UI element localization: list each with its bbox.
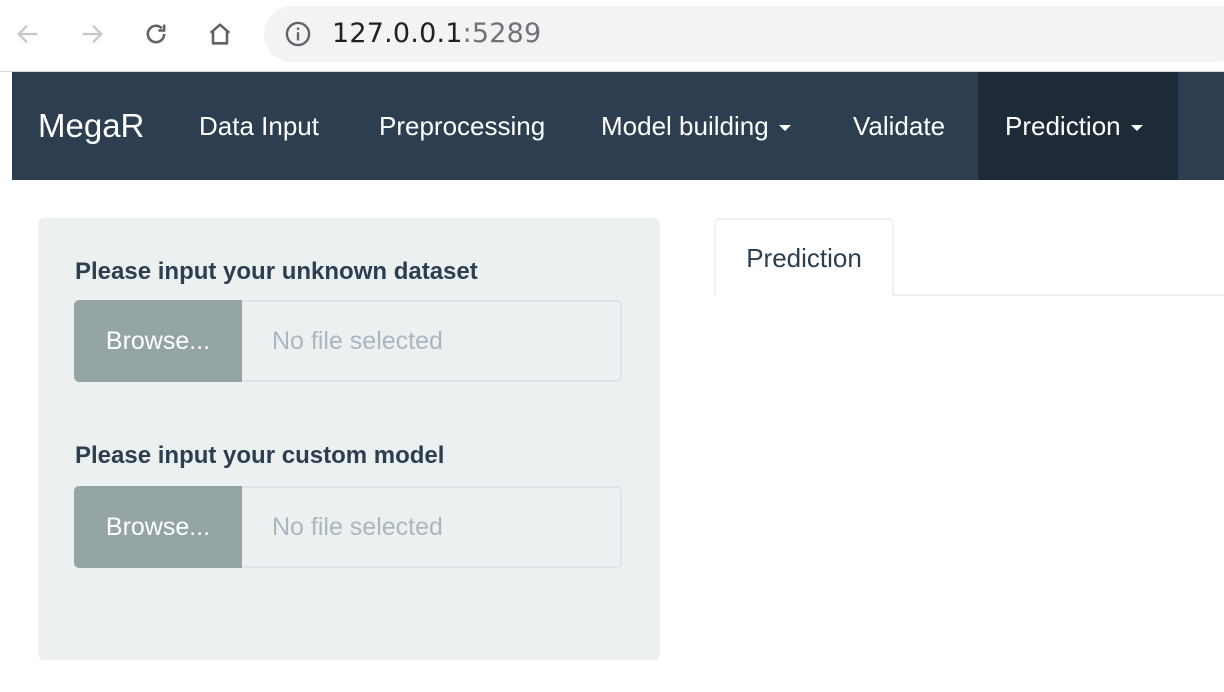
nav-item-validate[interactable]: Validate: [826, 72, 972, 180]
sidebar-panel: Please input your unknown dataset Browse…: [38, 218, 660, 660]
nav-item-label: Prediction: [1005, 110, 1121, 141]
nav-item-data-input[interactable]: Data Input: [172, 72, 346, 180]
forward-button[interactable]: [72, 14, 112, 54]
home-icon: [209, 23, 231, 45]
custom-model-filename: No file selected: [242, 486, 622, 568]
back-button[interactable]: [8, 14, 48, 54]
nav-item-preprocessing[interactable]: Preprocessing: [352, 72, 572, 180]
nav-item-model-building[interactable]: Model building: [574, 72, 818, 180]
url-host: 127.0.0.1: [332, 18, 463, 49]
caret-down-icon: [778, 125, 791, 131]
forward-arrow-icon: [82, 25, 103, 43]
nav-item-label: Model building: [601, 110, 769, 141]
url-port: :5289: [462, 18, 542, 49]
back-arrow-icon: [17, 25, 38, 43]
unknown-dataset-filename: No file selected: [242, 300, 622, 382]
custom-model-label: Please input your custom model: [75, 442, 445, 469]
custom-model-file-input: Browse... No file selected: [74, 486, 622, 568]
reload-button[interactable]: [136, 14, 176, 54]
unknown-dataset-label: Please input your unknown dataset: [75, 258, 478, 285]
tab-prediction[interactable]: Prediction: [714, 218, 894, 296]
nav-item-label: Validate: [853, 110, 946, 141]
browser-toolbar: 127.0.0.1:5289: [0, 0, 1224, 72]
nav-item-label: Preprocessing: [379, 110, 546, 141]
unknown-dataset-file-input: Browse... No file selected: [74, 300, 622, 382]
app-navbar: MegaR Data Input Preprocessing Model bui…: [12, 72, 1224, 180]
caret-down-icon: [1130, 125, 1143, 131]
home-button[interactable]: [200, 14, 240, 54]
reload-icon: [146, 24, 166, 44]
address-bar[interactable]: 127.0.0.1:5289: [264, 6, 1224, 62]
nav-item-label: Data Input: [199, 110, 319, 141]
browse-custom-model-button[interactable]: Browse...: [74, 486, 242, 568]
info-icon[interactable]: [284, 20, 312, 48]
browse-unknown-dataset-button[interactable]: Browse...: [74, 300, 242, 382]
brand-logo[interactable]: MegaR: [38, 106, 144, 146]
url-text: 127.0.0.1:5289: [332, 20, 541, 48]
nav-item-prediction[interactable]: Prediction: [978, 72, 1178, 180]
